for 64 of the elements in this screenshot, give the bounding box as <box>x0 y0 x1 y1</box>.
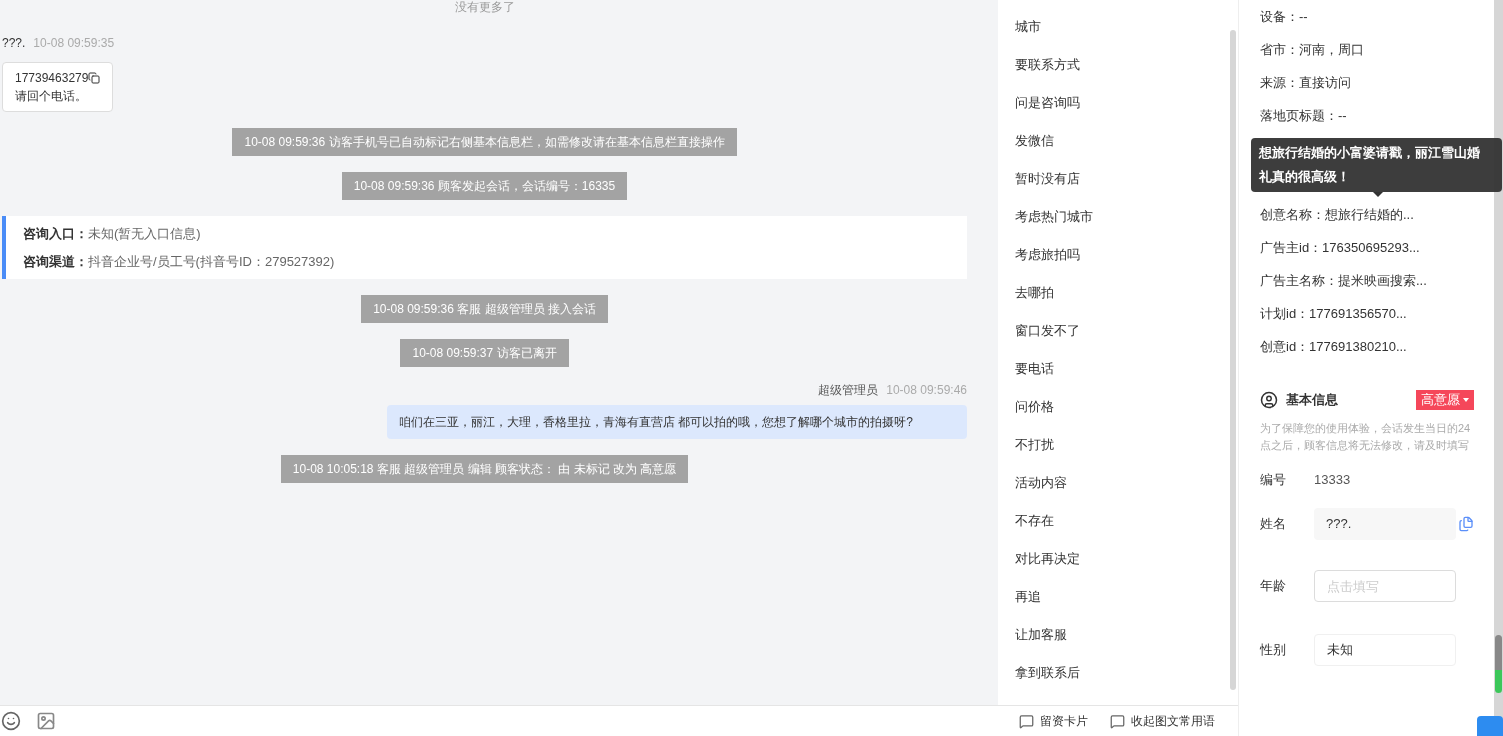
field-label: 编号 <box>1260 471 1287 490</box>
quick-reply-item[interactable]: 考虑旅拍吗 <box>1015 236 1238 274</box>
name-field[interactable]: ???. <box>1314 508 1456 540</box>
quick-reply-item[interactable]: 去哪拍 <box>1015 274 1238 312</box>
system-notice: 10-08 09:59:36 客服 超级管理员 接入会话 <box>361 295 608 323</box>
message-icon <box>1110 713 1125 729</box>
info-row-text: 创意名称：想旅行结婚的... <box>1260 205 1415 224</box>
quick-reply-item[interactable]: 问价格 <box>1015 388 1238 426</box>
select-field[interactable]: 未知 <box>1314 634 1456 666</box>
quick-reply-item[interactable]: 要电话 <box>1015 350 1238 388</box>
quick-reply-item[interactable]: 暂时没有店 <box>1015 160 1238 198</box>
system-notice: 10-08 09:59:37 访客已离开 <box>400 339 569 367</box>
quick-reply-item[interactable]: 再追 <box>1015 578 1238 616</box>
message-bubble: 咱们在三亚，丽江，大理，香格里拉，青海有直营店 都可以拍的哦，您想了解哪个城市的拍摄呀? <box>387 405 967 439</box>
phone-number: 17739463279 <box>15 70 89 87</box>
info-row-text: 计划id：177691356570... <box>1260 304 1408 323</box>
toolbar-link[interactable]: 留资卡片 <box>1040 712 1088 730</box>
emoji-icon[interactable] <box>1 711 21 731</box>
message-icon <box>1019 713 1034 729</box>
message-time: 10-08 09:59:46 <box>886 382 967 399</box>
message-text: 请回个电话。 <box>15 88 88 105</box>
info-row-text: 省市：河南，周口 <box>1260 40 1365 59</box>
copy-icon[interactable] <box>1458 516 1474 532</box>
system-notice: 10-08 10:05:18 客服 超级管理员 编辑 顾客状态： 由 未标记 改为 高意愿 <box>280 455 689 483</box>
quick-reply-item[interactable]: 拿到联系后 <box>1015 654 1238 692</box>
sender-name: 超级管理员 <box>818 382 879 399</box>
quick-reply-item[interactable]: 发微信 <box>1015 122 1238 160</box>
quick-reply-item[interactable]: 不存在 <box>1015 502 1238 540</box>
source-value: 未知(暂无入口信息) <box>88 225 201 243</box>
message-time: 10-08 09:59:35 <box>33 35 115 52</box>
image-icon[interactable] <box>36 711 56 731</box>
field-label: 性别 <box>1260 641 1287 660</box>
toolbar-link[interactable]: 收起图文常用语 <box>1131 712 1215 730</box>
notice-text: 为了保障您的使用体验，会话发生当日的24点之后，顾客信息将无法修改，请及时填写 <box>1260 421 1472 453</box>
info-row-text: 来源：直接访问 <box>1260 73 1352 92</box>
quick-reply-item[interactable]: 考虑热门城市 <box>1015 198 1238 236</box>
info-row-text: 广告主名称：提米映画搜索... <box>1260 271 1428 290</box>
field-label: 姓名 <box>1260 515 1287 534</box>
no-more-notice: 没有更多了 <box>454 0 515 14</box>
source-label: 咨询渠道： <box>23 252 88 271</box>
field-label: 年龄 <box>1260 577 1287 596</box>
field-value: 13333 <box>1314 471 1351 490</box>
user-icon <box>1260 391 1278 409</box>
sender-name: ???. <box>2 35 26 52</box>
copy-icon[interactable] <box>88 72 101 84</box>
quick-reply-item[interactable]: 让加客服 <box>1015 616 1238 654</box>
info-row-text: 设备：-- <box>1260 7 1309 26</box>
quick-reply-item[interactable]: 不打扰 <box>1015 426 1238 464</box>
info-row-text: 创意id：177691380210... <box>1260 337 1408 356</box>
tooltip-pointer <box>1373 192 1383 197</box>
source-value: 抖音企业号/员工号(抖音号ID：279527392) <box>88 252 335 271</box>
system-notice: 10-08 09:59:36 顾客发起会话，会话编号：16335 <box>341 172 628 200</box>
quick-reply-item[interactable]: 问是咨询吗 <box>1015 84 1238 122</box>
info-row-text: 落地页标题：-- <box>1260 106 1348 125</box>
quick-reply-item[interactable]: 要联系方式 <box>1015 46 1238 84</box>
info-row-text: 广告主id：176350695293... <box>1260 238 1421 257</box>
section-title: 基本信息 <box>1286 391 1338 410</box>
source-label: 咨询入口： <box>23 225 88 243</box>
quick-reply-item[interactable]: 活动内容 <box>1015 464 1238 502</box>
quick-reply-item[interactable]: 对比再决定 <box>1015 540 1238 578</box>
quick-reply-item[interactable]: 城市 <box>1015 8 1238 46</box>
system-notice: 10-08 09:59:36 访客手机号已自动标记右侧基本信息栏，如需修改请在基本信息栏直接操作 <box>232 128 737 156</box>
quick-reply-item[interactable]: 窗口发不了 <box>1015 312 1238 350</box>
status-tag[interactable]: 高意愿 <box>1416 390 1474 410</box>
